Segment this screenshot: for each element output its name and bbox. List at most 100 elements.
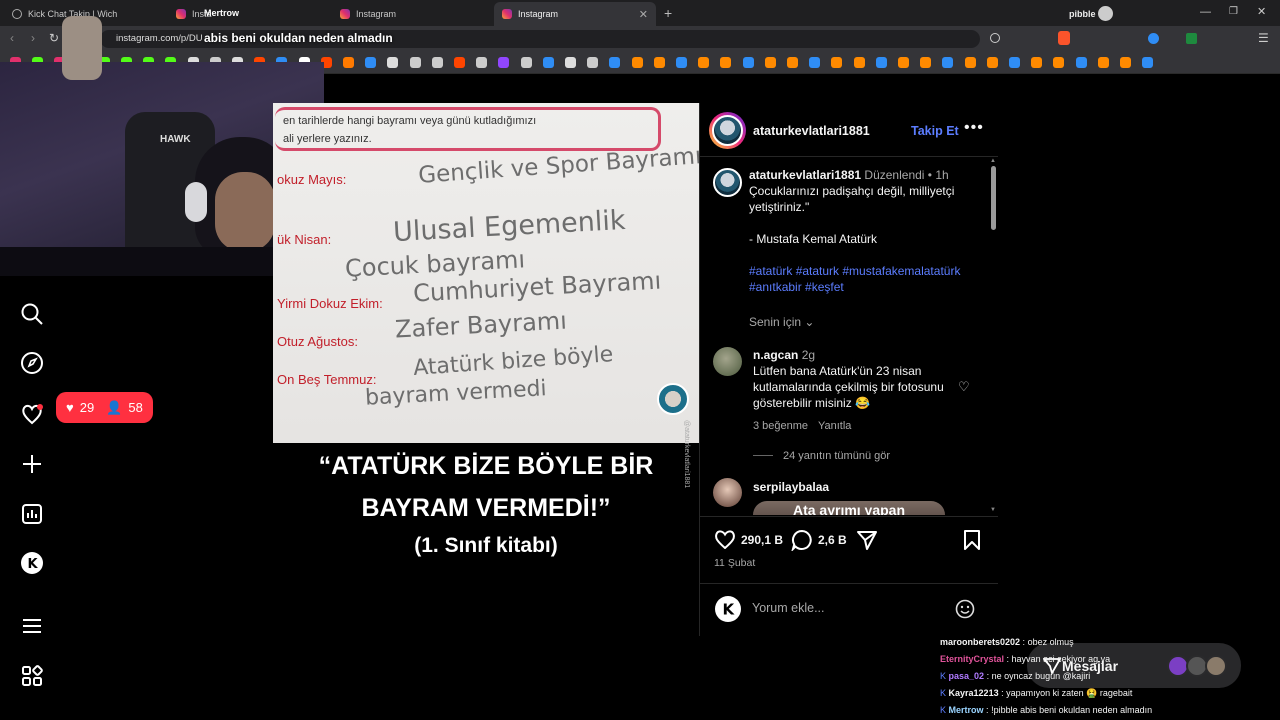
bookmark-favicon-icon[interactable] (942, 57, 954, 68)
bookmark-favicon-icon[interactable] (742, 57, 754, 68)
explore-icon[interactable] (20, 351, 44, 375)
menu-icon[interactable]: ☰ (1258, 31, 1269, 45)
save-icon[interactable] (963, 529, 981, 556)
create-icon[interactable] (20, 452, 44, 476)
profile-avatar[interactable] (1098, 6, 1113, 21)
bookmark-favicon-icon[interactable] (431, 57, 443, 68)
bookmark-favicon-icon[interactable] (764, 57, 776, 68)
bookmark-favicon-icon[interactable] (454, 57, 465, 68)
bookmark-favicon-icon[interactable] (587, 57, 599, 68)
extension-icon[interactable] (1148, 33, 1159, 44)
bookmark-favicon-icon[interactable] (1097, 57, 1109, 68)
tab-instagram-2[interactable]: Instagram (332, 2, 492, 26)
bookmark-favicon-icon[interactable] (898, 57, 909, 68)
emoji-icon[interactable] (955, 599, 975, 624)
bookmark-favicon-icon[interactable] (1031, 57, 1043, 68)
caption-quote: - Mustafa Kemal Atatürk (749, 232, 878, 246)
commenter-avatar[interactable] (713, 478, 742, 507)
caption-line-1: Çocuklarınızı padişahçı değil, milliyetç… (749, 184, 955, 198)
bookmark-favicon-icon[interactable] (653, 57, 665, 68)
author-avatar-ring[interactable] (709, 112, 746, 149)
commenter-avatar[interactable] (713, 347, 742, 376)
comment-input[interactable]: Yorum ekle... (752, 601, 942, 619)
image-side-handle: @ataturkevlatlari1881 (683, 420, 690, 489)
hashtags-line-2[interactable]: #anıtkabir #keşfet (749, 279, 844, 295)
bookmark-favicon-icon[interactable] (1120, 57, 1131, 68)
dashboard-icon[interactable] (20, 502, 44, 526)
follow-button[interactable]: Takip Et (911, 124, 959, 138)
zoom-icon[interactable] (990, 33, 1000, 43)
chat-text: !pibble abis beni okuldan neden almadın (991, 705, 1153, 715)
view-replies[interactable]: 24 yanıtın tümünü gör (783, 450, 890, 462)
bookmark-favicon-icon[interactable] (387, 57, 399, 68)
bookmark-favicon-icon[interactable] (1075, 57, 1087, 68)
bookmark-favicon-icon[interactable] (853, 57, 865, 68)
for-you-dropdown[interactable]: Senin için ⌄ (749, 314, 814, 330)
minimize-icon[interactable]: — (1200, 6, 1211, 18)
bookmark-favicon-icon[interactable] (1142, 57, 1154, 68)
close-window-icon[interactable]: ✕ (1257, 5, 1266, 18)
comment-likes[interactable]: 3 beğenme (753, 420, 808, 432)
row-answer: bayram vermedi (364, 376, 548, 411)
row-answer: Ulusal Egemenlik (392, 204, 627, 249)
bookmark-favicon-icon[interactable] (1009, 57, 1020, 68)
bookmark-favicon-icon[interactable] (986, 57, 998, 68)
tab-instagram-active[interactable]: Instagram ✕ (494, 2, 656, 26)
bookmark-favicon-icon[interactable] (787, 57, 798, 68)
bookmark-favicon-icon[interactable] (964, 57, 976, 68)
bookmark-favicon-icon[interactable] (720, 57, 732, 68)
comment-icon[interactable] (791, 529, 813, 556)
bookmark-favicon-icon[interactable] (875, 57, 887, 68)
bookmark-favicon-icon[interactable] (498, 57, 510, 68)
scroll-down-icon[interactable]: ▼ (990, 507, 996, 513)
brave-shield-icon[interactable] (1058, 31, 1070, 45)
close-tab-icon[interactable]: ✕ (639, 8, 648, 21)
bookmark-favicon-icon[interactable] (831, 57, 843, 68)
bookmark-favicon-icon[interactable] (409, 57, 421, 68)
profile-name[interactable]: pibble (1069, 9, 1096, 19)
reload-icon[interactable]: ↻ (49, 31, 59, 45)
scrollbar-thumb[interactable] (991, 166, 996, 230)
also-from-meta-icon[interactable] (20, 664, 44, 688)
share-icon[interactable] (856, 529, 878, 556)
comment-user[interactable]: n.agcan (753, 348, 798, 362)
forward-icon[interactable]: › (31, 31, 35, 45)
like-icon[interactable] (714, 529, 736, 554)
more-menu-icon[interactable] (20, 614, 44, 638)
bookmark-favicon-icon[interactable] (698, 57, 710, 68)
bookmark-favicon-icon[interactable] (809, 57, 821, 68)
new-tab-icon[interactable]: + (664, 5, 672, 21)
bookmark-favicon-icon[interactable] (1053, 57, 1065, 68)
bookmark-favicon-icon[interactable] (520, 57, 532, 68)
bookmark-favicon-icon[interactable] (676, 57, 687, 68)
activity-notification-badge[interactable]: ♥ 29 👤 58 (56, 392, 153, 423)
tab-instagram-1[interactable]: Insta (168, 2, 328, 26)
image-caption-line-2: BAYRAM VERMEDİ!” (361, 494, 611, 522)
hashtags-line-1[interactable]: #atatürk #ataturk #mustafakemalatatürk (749, 263, 960, 279)
extension-icon[interactable] (1186, 33, 1197, 44)
bookmark-favicon-icon[interactable] (476, 57, 488, 68)
like-comment-icon[interactable]: ♡ (958, 379, 970, 395)
more-options-icon[interactable]: ••• (964, 119, 984, 137)
bookmark-favicon-icon[interactable] (542, 57, 554, 68)
comment-user[interactable]: serpilaybalaa (753, 479, 829, 495)
comment-image-preview[interactable]: Ata ayrımı yapan (753, 501, 945, 515)
divider (699, 516, 998, 517)
bookmark-favicon-icon[interactable] (609, 57, 621, 68)
caption-author-avatar[interactable] (713, 168, 742, 197)
heart-icon[interactable] (20, 402, 44, 426)
bookmark-favicon-icon[interactable] (631, 57, 643, 68)
reply-button[interactable]: Yanıtla (818, 420, 851, 432)
caption-author[interactable]: ataturkevlatlari1881 (749, 168, 861, 182)
scroll-up-icon[interactable]: ▲ (990, 158, 996, 164)
chevron-down-icon: ⌄ (804, 315, 815, 329)
bookmark-favicon-icon[interactable] (343, 57, 354, 68)
maximize-icon[interactable]: ❐ (1229, 6, 1238, 17)
back-icon[interactable]: ‹ (10, 31, 14, 45)
bookmark-favicon-icon[interactable] (920, 57, 932, 68)
kick-icon[interactable]: K (20, 551, 44, 575)
bookmark-favicon-icon[interactable] (565, 57, 576, 68)
search-icon[interactable] (20, 302, 44, 326)
author-username[interactable]: ataturkevlatlari1881 (753, 124, 870, 138)
bookmark-favicon-icon[interactable] (365, 57, 377, 68)
